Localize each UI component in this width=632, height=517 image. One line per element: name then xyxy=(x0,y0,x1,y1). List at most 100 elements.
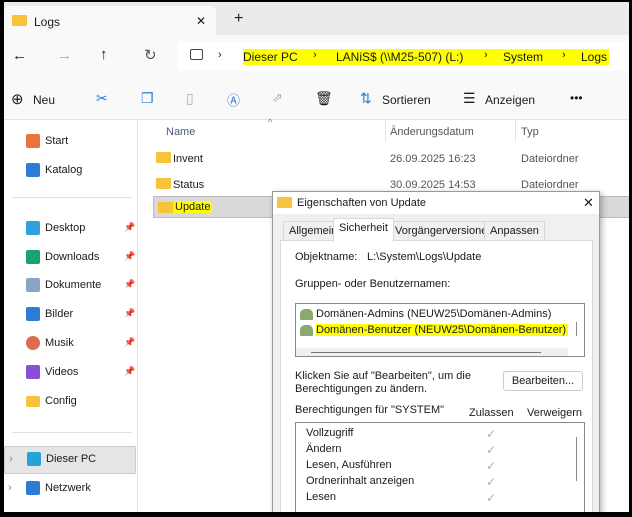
command-bar: ⊕ Neu ✂ ❐ ▯ Ⓐ ⇗ 🗑 ⇅ Sortieren ☰ Anzeigen… xyxy=(4,79,629,120)
chevron-right-icon[interactable]: › xyxy=(8,482,12,494)
sidebar-item-videos[interactable]: Videos 📌 xyxy=(4,360,138,386)
sidebar-item-label: Musik xyxy=(45,337,74,349)
tab-anpassen[interactable]: Anpassen xyxy=(484,221,545,241)
more-button[interactable]: ••• xyxy=(570,91,583,105)
close-tab-icon[interactable]: ✕ xyxy=(196,14,206,28)
column-header-name[interactable]: Name xyxy=(166,126,195,138)
column-header-date[interactable]: Änderungsdatum xyxy=(390,126,474,138)
back-button[interactable]: ← xyxy=(12,47,27,64)
tab-logs[interactable]: Logs ✕ xyxy=(4,6,216,35)
sidebar-item-label: Katalog xyxy=(45,164,83,176)
folder-icon xyxy=(26,396,40,407)
breadcrumb-logs[interactable]: Logs xyxy=(581,50,607,64)
refresh-button[interactable]: ↻ xyxy=(144,46,157,64)
copy-icon[interactable]: ❐ xyxy=(141,90,154,107)
file-name: Invent xyxy=(173,153,203,165)
sidebar-item-dokumente[interactable]: Dokumente 📌 xyxy=(4,273,138,299)
sidebar-item-netzwerk[interactable]: › Netzwerk xyxy=(4,476,138,502)
pin-icon[interactable]: 📌 xyxy=(124,308,135,319)
group-name: Domänen-Benutzer (NEUW25\Domänen-Benutze… xyxy=(316,324,569,336)
breadcrumb-system[interactable]: System xyxy=(503,50,543,64)
file-date: 26.09.2025 16:23 xyxy=(390,153,476,165)
check-icon: ✓ xyxy=(486,475,497,489)
sidebar-item-label: Bilder xyxy=(45,308,74,320)
security-panel: Objektname: L:\System\Logs\Update Gruppe… xyxy=(280,240,593,512)
forward-button[interactable]: → xyxy=(57,47,72,64)
sidebar-item-musik[interactable]: Musik 📌 xyxy=(4,331,138,357)
permissions-list[interactable]: Vollzugriff ✓ Ändern ✓ Lesen, Ausführen ✓ O… xyxy=(295,422,585,512)
groups-list[interactable]: Domänen-Admins (NEUW25\Domänen-Admins) D… xyxy=(295,303,585,357)
edit-button[interactable]: Bearbeiten... xyxy=(503,371,583,391)
paste-icon[interactable]: ▯ xyxy=(186,90,194,107)
new-button[interactable]: Neu xyxy=(33,93,55,107)
table-row[interactable]: Invent 26.09.2025 16:23 Dateiordner xyxy=(152,146,629,170)
permission-row: Ändern ✓ xyxy=(296,443,566,459)
sidebar-item-config[interactable]: Config xyxy=(4,389,138,415)
check-icon: ✓ xyxy=(486,459,497,473)
sidebar-item-dieser-pc[interactable]: › Dieser PC xyxy=(4,446,136,474)
vertical-scrollbar[interactable] xyxy=(576,437,577,481)
view-icon: ☰ xyxy=(463,90,476,106)
breadcrumb-drive[interactable]: LANiS$ (\\M25-507) (L:) xyxy=(336,50,463,64)
pin-icon[interactable]: 📌 xyxy=(124,251,135,262)
sidebar-item-label: Desktop xyxy=(45,222,86,234)
divider xyxy=(385,120,386,142)
sidebar-item-label: Start xyxy=(45,135,69,147)
folder-icon xyxy=(158,202,173,213)
sidebar-item-label: Videos xyxy=(45,366,79,378)
tab-bar: Logs ✕ + xyxy=(4,2,629,35)
address-bar[interactable]: › Dieser PC › LANiS$ (\\M25-507) (L:) › … xyxy=(178,41,629,71)
file-name: Update xyxy=(174,201,212,213)
permission-row: Lesen ✓ xyxy=(296,491,566,507)
cut-icon[interactable]: ✂ xyxy=(96,90,108,107)
dialog-close-button[interactable]: ✕ xyxy=(583,195,594,211)
sidebar-item-bilder[interactable]: Bilder 📌 xyxy=(4,302,138,328)
pin-icon[interactable]: 📌 xyxy=(124,337,135,348)
sort-button[interactable]: Sortieren xyxy=(382,93,431,107)
up-button[interactable]: ↑ xyxy=(100,46,108,63)
group-name: Domänen-Admins (NEUW25\Domänen-Admins) xyxy=(316,308,552,320)
delete-icon[interactable]: 🗑 xyxy=(315,90,333,107)
sidebar-item-label: Downloads xyxy=(45,251,100,263)
plus-circle-icon: ⊕ xyxy=(11,91,24,108)
sidebar-item-label: Netzwerk xyxy=(45,482,91,494)
view-button[interactable]: Anzeigen xyxy=(485,93,535,107)
permission-name: Lesen, Ausführen xyxy=(306,459,392,471)
column-header-type[interactable]: Typ xyxy=(521,126,539,138)
permission-name: Lesen xyxy=(306,491,336,503)
chevron-right-icon: › xyxy=(562,49,566,61)
chevron-right-icon: › xyxy=(313,49,317,61)
new-tab-button[interactable]: + xyxy=(234,10,243,28)
chevron-right-icon: › xyxy=(218,49,222,61)
chevron-right-icon[interactable]: › xyxy=(9,453,13,465)
share-icon[interactable]: ⇗ xyxy=(272,90,283,106)
sidebar-item-label: Config xyxy=(45,395,77,407)
folder-icon xyxy=(156,152,171,163)
desktop-icon xyxy=(26,221,40,235)
file-date: 30.09.2025 14:53 xyxy=(390,179,476,191)
sidebar-item-desktop[interactable]: Desktop 📌 xyxy=(4,216,138,242)
edit-hint: Berechtigungen zu ändern. xyxy=(295,383,428,395)
sidebar-item-katalog[interactable]: Katalog xyxy=(4,158,138,184)
vertical-scrollbar[interactable] xyxy=(576,322,577,336)
tab-sicherheit[interactable]: Sicherheit xyxy=(333,218,394,242)
permission-name: Vollzugriff xyxy=(306,427,354,439)
computer-icon xyxy=(27,452,41,466)
file-name: Status xyxy=(173,179,205,191)
pin-icon[interactable]: 📌 xyxy=(124,366,135,377)
check-icon: ✓ xyxy=(486,443,497,457)
network-icon xyxy=(26,481,40,495)
music-icon xyxy=(26,336,40,350)
allow-column-header: Zulassen xyxy=(469,407,514,419)
sidebar-item-downloads[interactable]: Downloads 📌 xyxy=(4,245,138,271)
breadcrumb-dieser-pc[interactable]: Dieser PC xyxy=(243,50,298,64)
tab-vorgaengerversionen[interactable]: Vorgängerversionen xyxy=(389,221,500,241)
download-icon xyxy=(26,250,40,264)
home-icon xyxy=(26,134,40,148)
rename-icon[interactable]: Ⓐ xyxy=(227,90,240,109)
address-row: ← → ↑ ↻ › Dieser PC › LANiS$ (\\M25-507)… xyxy=(4,35,629,79)
pin-icon[interactable]: 📌 xyxy=(124,279,135,290)
pin-icon[interactable]: 📌 xyxy=(124,222,135,233)
horizontal-scrollbar[interactable] xyxy=(296,348,568,356)
sidebar-item-start[interactable]: Start xyxy=(4,129,138,155)
